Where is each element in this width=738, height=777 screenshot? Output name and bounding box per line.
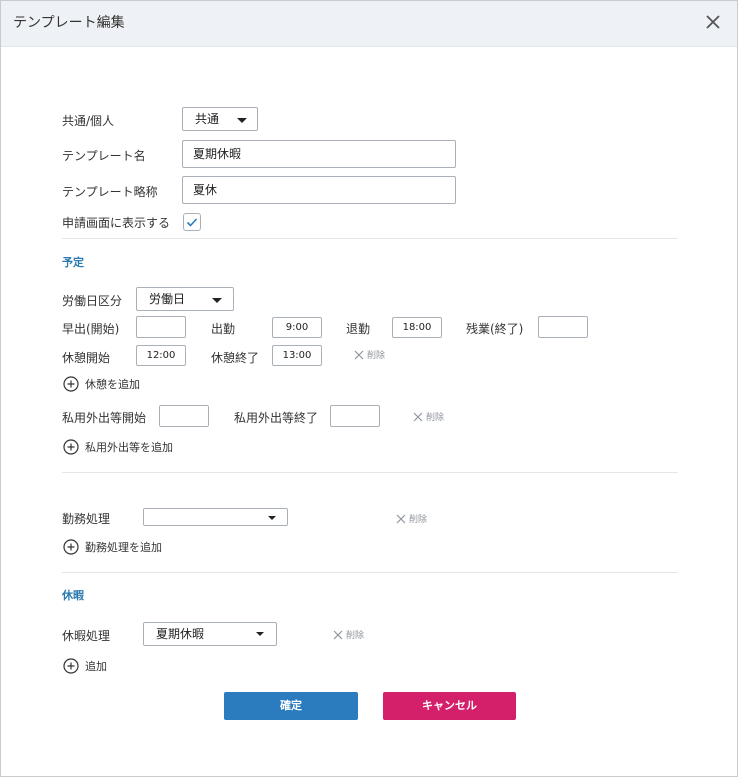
schedule-section-title: 予定 — [62, 256, 84, 269]
plus-circle-icon — [63, 539, 79, 555]
workday-type-label: 労働日区分 — [62, 294, 123, 308]
check-icon — [186, 218, 198, 227]
shared-label: 共通/個人 — [62, 114, 115, 128]
add-break-button[interactable]: 休憩を追加 — [63, 376, 140, 392]
template-abbr-input[interactable]: 夏休 — [182, 176, 456, 204]
close-icon — [396, 514, 406, 524]
delete-break-button[interactable]: 削除 — [354, 348, 385, 361]
vacation-processing-select[interactable]: 夏期休暇 — [143, 622, 277, 646]
delete-vacation-button[interactable]: 削除 — [333, 628, 364, 641]
private-out-start-label: 私用外出等開始 — [62, 411, 147, 425]
overtime-end-input[interactable] — [538, 316, 588, 338]
template-name-label: テンプレート名 — [62, 149, 146, 163]
early-start-label: 早出(開始) — [62, 322, 120, 336]
attendance-processing-select[interactable] — [143, 508, 288, 526]
vacation-processing-label: 休暇処理 — [62, 629, 111, 643]
show-on-screen-checkbox[interactable] — [183, 213, 201, 231]
close-icon — [413, 412, 423, 422]
plus-circle-icon — [63, 376, 79, 392]
break-start-label: 休憩開始 — [62, 351, 111, 365]
dialog-titlebar: テンプレート編集 — [1, 1, 737, 47]
close-icon[interactable] — [703, 12, 723, 32]
close-icon — [354, 350, 364, 360]
template-abbr-label: テンプレート略称 — [62, 185, 158, 199]
shared-select[interactable]: 共通 — [182, 107, 258, 131]
delete-vacation-label: 削除 — [346, 631, 365, 641]
attendance-processing-label: 勤務処理 — [62, 512, 111, 526]
add-private-out-label: 私用外出等を追加 — [85, 441, 173, 454]
clock-in-input[interactable]: 9:00 — [272, 317, 322, 338]
vacation-processing-value: 夏期休暇 — [156, 627, 205, 641]
divider — [62, 472, 678, 473]
vacation-section-title: 休暇 — [62, 589, 84, 602]
plus-circle-icon — [63, 658, 79, 674]
shared-select-value: 共通 — [195, 112, 220, 126]
chevron-down-icon — [237, 118, 247, 123]
early-start-input[interactable] — [136, 316, 186, 338]
divider — [62, 572, 678, 573]
clock-in-label: 出勤 — [211, 322, 236, 336]
add-attendance-label: 勤務処理を追加 — [85, 541, 162, 554]
delete-private-out-button[interactable]: 削除 — [413, 410, 444, 423]
delete-attendance-label: 削除 — [409, 515, 428, 525]
plus-circle-icon — [63, 439, 79, 455]
divider — [62, 238, 678, 239]
confirm-button[interactable]: 確定 — [224, 692, 358, 720]
clock-out-label: 退勤 — [346, 322, 371, 336]
workday-type-select[interactable]: 労働日 — [136, 287, 234, 311]
chevron-down-icon — [268, 516, 276, 520]
workday-type-value: 労働日 — [149, 292, 186, 306]
break-end-label: 休憩終了 — [211, 351, 260, 365]
show-on-screen-label: 申請画面に表示する — [62, 216, 171, 230]
template-edit-dialog: テンプレート編集 共通/個人 共通 テンプレート名 夏期休暇 テンプレート略称 … — [0, 0, 738, 777]
delete-private-out-label: 削除 — [426, 413, 445, 423]
close-icon — [333, 630, 343, 640]
add-attendance-button[interactable]: 勤務処理を追加 — [63, 539, 162, 555]
private-out-end-input[interactable] — [330, 405, 380, 427]
cancel-button[interactable]: キャンセル — [383, 692, 516, 720]
chevron-down-icon — [256, 632, 264, 636]
add-vacation-label: 追加 — [85, 660, 107, 673]
private-out-start-input[interactable] — [159, 405, 209, 427]
add-vacation-button[interactable]: 追加 — [63, 658, 107, 674]
dialog-title: テンプレート編集 — [13, 15, 125, 31]
break-start-input[interactable]: 12:00 — [136, 345, 186, 366]
chevron-down-icon — [212, 298, 222, 303]
template-name-input[interactable]: 夏期休暇 — [182, 140, 456, 168]
overtime-end-label: 残業(終了) — [466, 322, 524, 336]
delete-attendance-button[interactable]: 削除 — [396, 512, 427, 525]
private-out-end-label: 私用外出等終了 — [234, 411, 319, 425]
clock-out-input[interactable]: 18:00 — [392, 317, 442, 338]
add-break-label: 休憩を追加 — [85, 378, 140, 391]
break-end-input[interactable]: 13:00 — [272, 345, 322, 366]
delete-break-label: 削除 — [367, 351, 386, 361]
add-private-out-button[interactable]: 私用外出等を追加 — [63, 439, 173, 455]
